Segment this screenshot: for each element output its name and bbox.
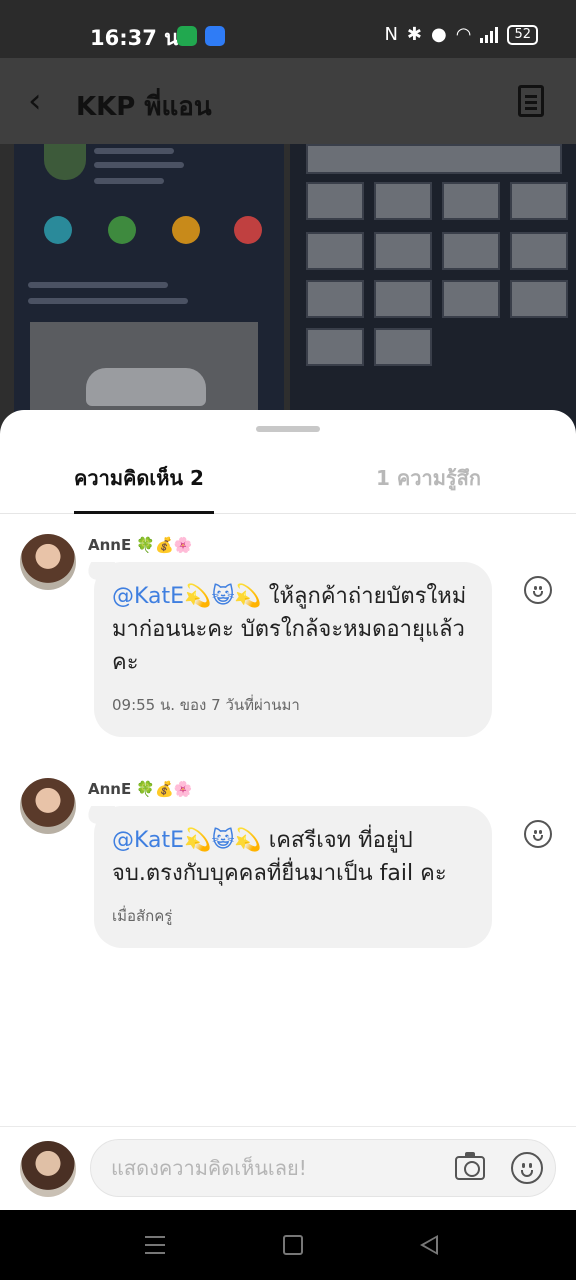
- mention-link[interactable]: @KatE💫😺💫: [112, 828, 262, 853]
- tab-reactions[interactable]: 1 ความรู้สึก: [376, 462, 481, 514]
- back-triangle-icon[interactable]: [420, 1235, 438, 1255]
- smiley-react-icon[interactable]: [524, 820, 552, 848]
- comment-bubble[interactable]: @KatE💫😺💫 เคสรีเจท ที่อยู่ปจบ.ตรงกับบุคคล…: [94, 806, 492, 948]
- smiley-react-icon[interactable]: [524, 576, 552, 604]
- avatar[interactable]: [20, 534, 76, 590]
- comment-composer: [0, 1126, 576, 1210]
- comment-timestamp: เมื่อสักครู่: [112, 907, 173, 925]
- background-post: [0, 144, 576, 434]
- comment-input[interactable]: [111, 1140, 441, 1196]
- shield-app-icon: [177, 26, 197, 46]
- tab-bar: ความคิดเห็น 2 1 ความรู้สึก: [0, 450, 576, 514]
- mention-link[interactable]: @KatE💫😺💫: [112, 584, 262, 609]
- emoji-icon[interactable]: [511, 1152, 543, 1184]
- background-post-left: [14, 144, 284, 434]
- wifi-icon: ◠: [455, 24, 472, 45]
- status-icons: N ✱ ● ◠ 52: [384, 24, 538, 45]
- location-icon: ●: [431, 24, 447, 45]
- back-arrow-icon[interactable]: ‹: [28, 84, 42, 118]
- comment-author[interactable]: AnnE 🍀💰🌸: [88, 780, 192, 798]
- comment-author[interactable]: AnnE 🍀💰🌸: [88, 536, 192, 554]
- avatar[interactable]: [20, 778, 76, 834]
- background-post-right: [290, 144, 576, 434]
- document-icon[interactable]: [518, 85, 544, 117]
- my-avatar: [20, 1141, 76, 1197]
- battery-icon: 52: [507, 24, 538, 45]
- signal-icon: [480, 26, 499, 43]
- camera-icon[interactable]: [455, 1152, 485, 1180]
- page-title: KKP พี่แอน: [76, 92, 212, 122]
- comment-timestamp: 09:55 น. ของ 7 วันที่ผ่านมา: [112, 696, 300, 714]
- bluetooth-icon: ✱: [406, 24, 423, 45]
- tab-comments[interactable]: ความคิดเห็น 2: [74, 462, 214, 514]
- comment-input-box[interactable]: [90, 1139, 556, 1197]
- background-avatar: [44, 144, 86, 180]
- app-notification-icon: [205, 26, 225, 46]
- comments-sheet: ความคิดเห็น 2 1 ความรู้สึก AnnE 🍀💰🌸 @Kat…: [0, 410, 576, 1210]
- nfc-icon: N: [384, 24, 398, 45]
- system-nav-bar: [0, 1210, 576, 1280]
- recent-apps-icon[interactable]: [145, 1236, 165, 1254]
- comment-bubble[interactable]: @KatE💫😺💫 ให้ลูกค้าถ่ายบัตรใหม่มาก่อนนะคะ…: [94, 562, 492, 737]
- status-bar: 16:37 น. N ✱ ● ◠ 52: [0, 0, 576, 58]
- home-icon[interactable]: [283, 1235, 303, 1255]
- sheet-drag-handle[interactable]: [256, 426, 320, 432]
- status-time: 16:37 น.: [90, 26, 187, 50]
- app-header: ‹ KKP พี่แอน: [0, 58, 576, 144]
